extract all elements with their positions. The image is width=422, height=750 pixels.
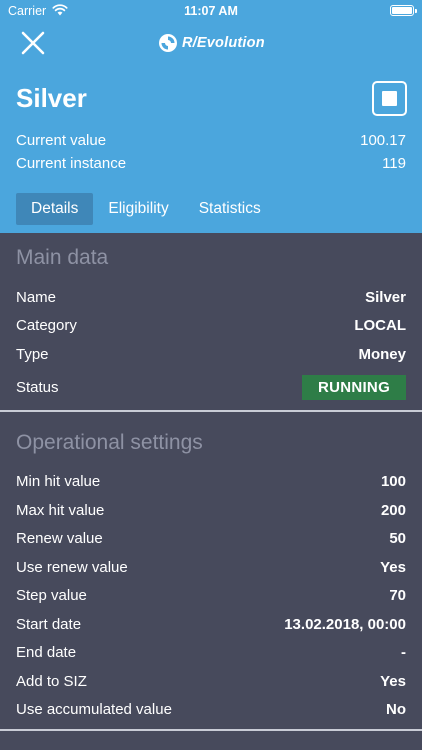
page-title: Silver [16, 83, 87, 113]
row-label: Step value [16, 586, 87, 604]
row-value: 100 [380, 472, 406, 490]
tab-statistics[interactable]: Statistics [184, 193, 276, 225]
close-button[interactable] [18, 28, 48, 58]
row-label: Category [16, 316, 77, 334]
battery-icon [390, 5, 417, 16]
current-value-row: Current value 100.17 [16, 129, 406, 151]
row-value: Yes [380, 672, 406, 690]
clock: 11:07 AM [184, 4, 238, 18]
row-value: Money [358, 345, 406, 363]
detail-row: Use renew value Yes [16, 556, 406, 578]
current-instance-label: Current instance [16, 154, 127, 172]
detail-row: Max hit value 200 [16, 499, 406, 521]
detail-row: Add to SIZ Yes [16, 670, 406, 692]
status-bar: Carrier 11:07 AM [0, 0, 422, 22]
current-value: 100.17 [360, 131, 406, 149]
row-label: Use renew value [16, 558, 128, 576]
row-label: Max hit value [16, 501, 105, 519]
current-instance-row: Current instance 119 [16, 152, 406, 174]
row-label: Add to SIZ [16, 672, 87, 690]
row-label: Type [16, 345, 49, 363]
status-badge: RUNNING [302, 374, 406, 400]
row-value: - [401, 643, 406, 661]
tab-details[interactable]: Details [16, 193, 94, 225]
row-value: Yes [380, 558, 406, 576]
row-label: End date [16, 643, 77, 661]
stop-button[interactable] [372, 81, 407, 116]
operational-settings-section: Operational settings Min hit value 100 M… [0, 412, 422, 728]
stop-icon [382, 91, 397, 106]
detail-row: End date - [16, 641, 406, 663]
close-icon [21, 31, 45, 55]
detail-row: Start date 13.02.2018, 00:00 [16, 613, 406, 635]
detail-row: Use accumulated value No [16, 698, 406, 720]
row-label: Renew value [16, 529, 103, 547]
row-label: Min hit value [16, 472, 101, 490]
detail-row: Type Money [16, 343, 406, 365]
detail-row: Name Silver [16, 286, 406, 308]
detail-row: Category LOCAL [16, 314, 406, 336]
row-value: 13.02.2018, 00:00 [284, 615, 406, 633]
row-label: Start date [16, 615, 82, 633]
brand-name: R/Evolution [182, 35, 265, 51]
section-title: Operational settings [16, 431, 203, 454]
current-value-label: Current value [16, 131, 107, 149]
section-title: Main data [16, 246, 109, 269]
tab-bar: Details Eligibility Statistics [16, 193, 276, 225]
divider [0, 729, 422, 731]
current-instance: 119 [382, 154, 406, 172]
brand-logo: R/Evolution [158, 32, 265, 54]
detail-row: Min hit value 100 [16, 470, 406, 492]
row-value: 50 [389, 529, 406, 547]
row-label: Status [16, 378, 59, 396]
detail-row: Step value 70 [16, 584, 406, 606]
status-row: Status RUNNING [16, 374, 406, 400]
row-label: Name [16, 288, 57, 306]
row-value: No [386, 700, 406, 718]
header: Carrier 11:07 AM R/Evolution Silver Curr… [0, 0, 422, 233]
row-value: 200 [380, 501, 406, 519]
row-value: LOCAL [354, 316, 406, 334]
revolution-logo-icon [159, 34, 177, 52]
row-value: 70 [389, 586, 406, 604]
detail-row: Renew value 50 [16, 527, 406, 549]
row-value: Silver [365, 288, 406, 306]
row-label: Use accumulated value [16, 700, 172, 718]
main-data-section: Main data Name Silver Category LOCAL Typ… [0, 233, 422, 411]
tab-eligibility[interactable]: Eligibility [93, 193, 183, 225]
